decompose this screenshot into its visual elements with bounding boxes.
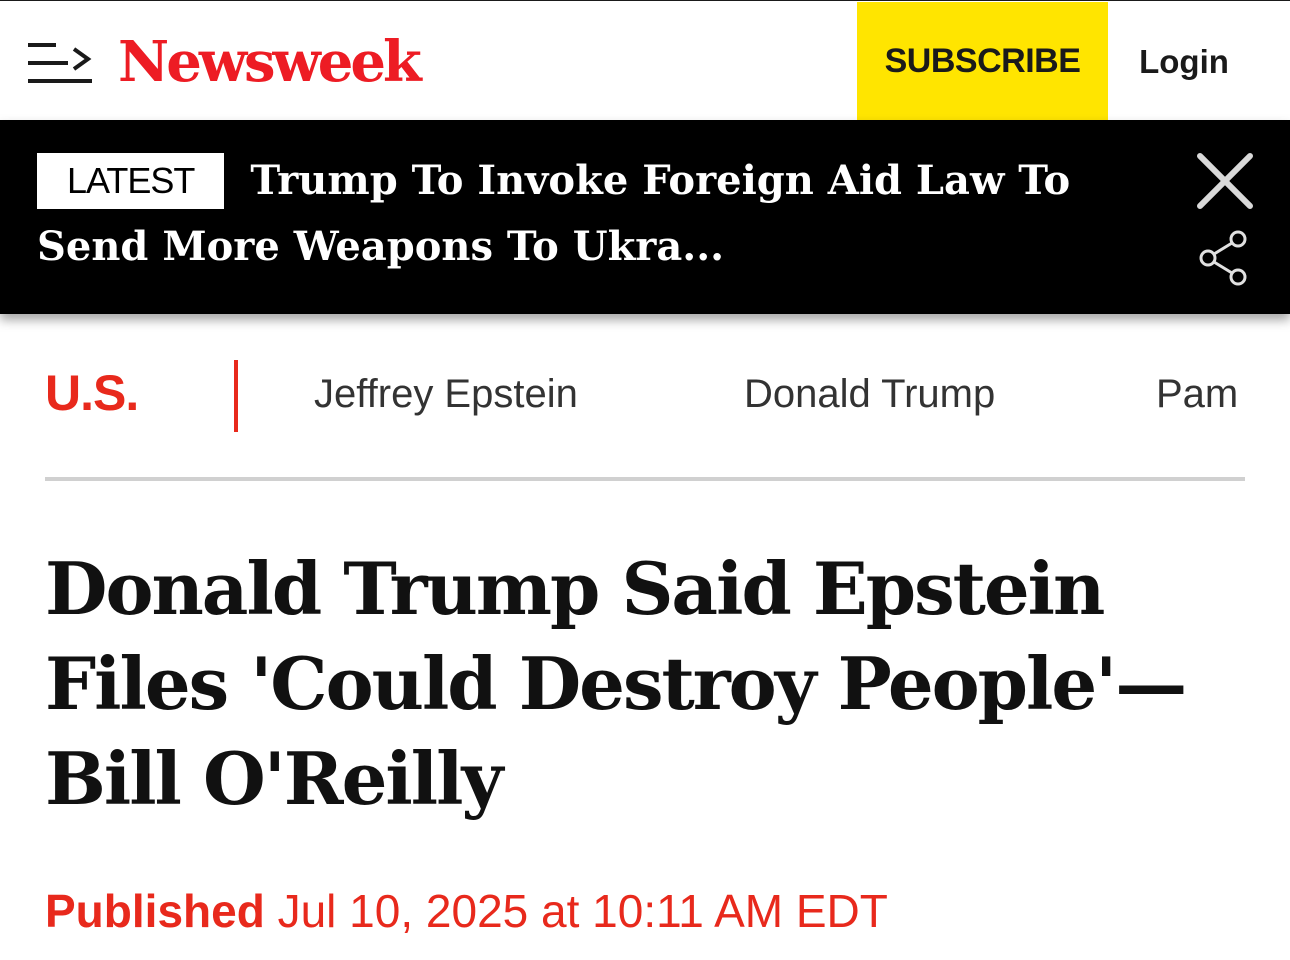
section-nav: U.S. Jeffrey Epstein Donald Trump Pam bbox=[45, 340, 1245, 450]
topic-link-donald-trump[interactable]: Donald Trump bbox=[744, 372, 995, 417]
menu-arrow-icon bbox=[28, 43, 92, 83]
latest-headline-link[interactable]: LATEST Trump To Invoke Foreign Aid Law To… bbox=[37, 148, 1127, 280]
share-icon bbox=[1199, 230, 1247, 286]
share-button[interactable] bbox=[1198, 230, 1250, 286]
menu-button[interactable] bbox=[26, 39, 96, 87]
close-icon bbox=[1197, 153, 1253, 209]
page: Newsweek SUBSCRIBE Login LATEST Trump To … bbox=[0, 0, 1290, 960]
section-divider bbox=[234, 360, 238, 432]
close-banner-button[interactable] bbox=[1196, 152, 1254, 210]
topic-link-jeffrey-epstein[interactable]: Jeffrey Epstein bbox=[314, 372, 578, 417]
newsweek-logo[interactable]: Newsweek bbox=[118, 27, 422, 97]
latest-badge: LATEST bbox=[37, 153, 225, 209]
latest-news-banner: LATEST Trump To Invoke Foreign Aid Law To… bbox=[0, 120, 1290, 314]
topic-link-pam[interactable]: Pam bbox=[1156, 372, 1238, 417]
subscribe-button[interactable]: SUBSCRIBE bbox=[857, 2, 1108, 121]
section-nav-divider-rule bbox=[45, 477, 1245, 481]
published-label: Published bbox=[45, 885, 265, 937]
article-headline: Donald Trump Said Epstein Files 'Could D… bbox=[45, 546, 1187, 821]
site-header: Newsweek SUBSCRIBE Login bbox=[0, 0, 1290, 121]
login-button[interactable]: Login bbox=[1108, 2, 1260, 121]
section-link-us[interactable]: U.S. bbox=[45, 364, 139, 422]
published-timestamp: Published Jul 10, 2025 at 10:11 AM EDT bbox=[45, 884, 888, 938]
published-date: Jul 10, 2025 at 10:11 AM EDT bbox=[277, 885, 888, 937]
